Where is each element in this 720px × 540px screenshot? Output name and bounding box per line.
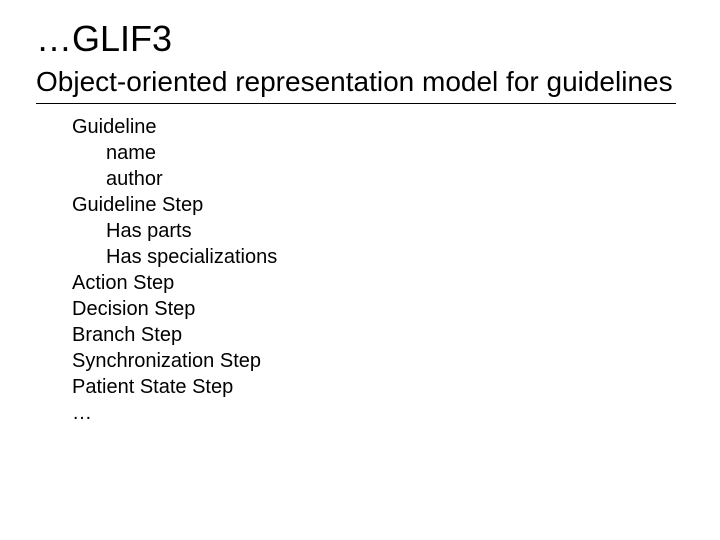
outline-item: Patient State Step	[72, 374, 684, 400]
outline-subitem: name	[106, 140, 684, 166]
outline-item: …	[72, 400, 684, 426]
outline-item: Synchronization Step	[72, 348, 684, 374]
slide: …GLIF3 Object-oriented representation mo…	[0, 0, 720, 540]
outline-block: Guideline name author Guideline Step Has…	[72, 114, 684, 426]
outline-subitem: author	[106, 166, 684, 192]
outline-item: Branch Step	[72, 322, 684, 348]
slide-title: …GLIF3	[36, 18, 684, 60]
outline-subitem: Has specializations	[106, 244, 684, 270]
outline-item: Guideline	[72, 114, 684, 140]
outline-subitem: Has parts	[106, 218, 684, 244]
slide-subtitle: Object-oriented representation model for…	[36, 64, 676, 104]
outline-item: Decision Step	[72, 296, 684, 322]
outline-item: Guideline Step	[72, 192, 684, 218]
outline-item: Action Step	[72, 270, 684, 296]
